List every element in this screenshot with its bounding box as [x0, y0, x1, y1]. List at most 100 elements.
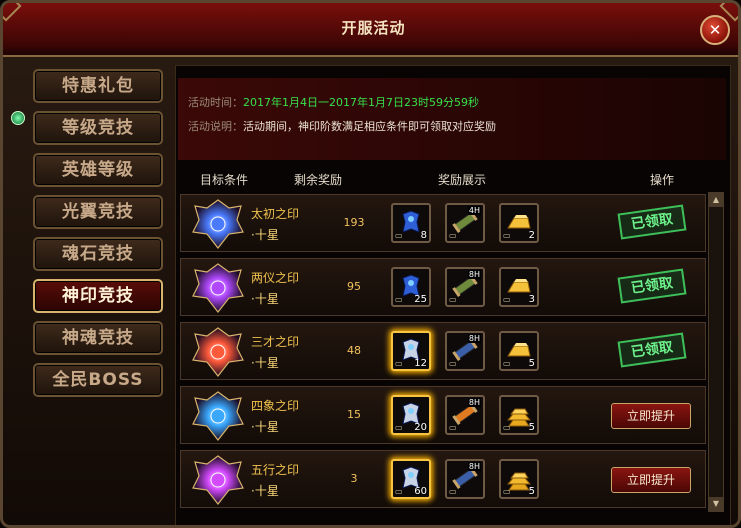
duration-tag: 4H	[467, 206, 481, 215]
seal-star-level: ·十星	[251, 292, 279, 306]
duration-tag: 8H	[467, 270, 481, 279]
scrollbar[interactable]: ▲ ▼	[708, 192, 724, 512]
window-title: 开服活动	[341, 19, 406, 37]
desc-label: 活动说明：	[188, 120, 243, 133]
bag-icon: ▭	[503, 359, 511, 368]
reward-slot[interactable]: ▭ 60	[391, 459, 431, 499]
sidebar-item[interactable]: 特惠礼包	[33, 69, 163, 103]
table-row: 三才之印 ·十星 48 ▭ 12 ▭ 8H ▭ 5 已领取	[180, 322, 706, 380]
scroll-up-icon[interactable]: ▲	[709, 193, 723, 207]
bag-icon: ▭	[449, 487, 457, 496]
seal-star-level: ·十星	[251, 356, 279, 370]
reward-quantity: 25	[414, 294, 427, 305]
sidebar-item[interactable]: 神印竞技	[33, 279, 163, 313]
reward-quantity: 8	[420, 230, 427, 241]
bag-icon: ▭	[395, 295, 403, 304]
reward-quantity: 3	[528, 294, 535, 305]
table-row: 两仪之印 ·十星 95 ▭ 25 ▭ 8H ▭ 3 已领取	[180, 258, 706, 316]
remaining-count: 3	[350, 472, 358, 485]
bag-icon: ▭	[503, 423, 511, 432]
seal-emblem-icon	[189, 198, 247, 250]
sidebar-item[interactable]: 全民BOSS	[33, 363, 163, 397]
bag-icon: ▭	[395, 487, 403, 496]
reward-quantity: 5	[528, 358, 535, 369]
sidebar: 特惠礼包等级竞技英雄等级光翼竞技魂石竞技神印竞技神魂竞技全民BOSS	[25, 65, 171, 523]
table-row: 四象之印 ·十星 15 ▭ 20 ▭ 8H ▭ 5 立即提升	[180, 386, 706, 444]
activity-window: 开服活动 ✕ 特惠礼包等级竞技英雄等级光翼竞技魂石竞技神印竞技神魂竞技全民BOS…	[0, 0, 741, 528]
bag-icon: ▭	[395, 359, 403, 368]
sidebar-item[interactable]: 神魂竞技	[33, 321, 163, 355]
seal-star-level: ·十星	[251, 484, 279, 498]
remaining-count: 193	[343, 216, 365, 229]
claimed-stamp: 已领取	[617, 268, 687, 304]
reward-quantity: 5	[528, 422, 535, 433]
header-rewards: 奖励展示	[438, 173, 487, 187]
seal-name: 太初之印	[251, 207, 300, 221]
time-value: 2017年1月4日一2017年1月7日23时59分59秒	[243, 96, 479, 109]
claimed-stamp: 已领取	[617, 204, 687, 240]
green-gem-icon	[11, 111, 25, 125]
reward-slot[interactable]: ▭ 3	[499, 267, 539, 307]
duration-tag: 8H	[467, 462, 481, 471]
close-button[interactable]: ✕	[700, 15, 730, 45]
reward-slot[interactable]: ▭ 20	[391, 395, 431, 435]
title-bar[interactable]: 开服活动 ✕	[3, 3, 738, 57]
upgrade-now-button[interactable]: 立即提升	[611, 403, 691, 429]
activity-info: 活动时间：2017年1月4日一2017年1月7日23时59分59秒 活动说明：活…	[178, 78, 726, 160]
header-action: 操作	[650, 173, 675, 187]
reward-slot[interactable]: ▭ 8H	[445, 267, 485, 307]
reward-slot[interactable]: ▭ 2	[499, 203, 539, 243]
reward-slot[interactable]: ▭ 5	[499, 395, 539, 435]
header-remaining: 剩余奖励	[294, 173, 343, 187]
seal-emblem-icon	[189, 262, 247, 314]
reward-list: 太初之印 ·十星 193 ▭ 8 ▭ 4H ▭ 2 已领取 两仪之印 ·十星 95 ▭ 25 ▭ 8H ▭ 3 已领取…	[178, 192, 706, 522]
claimed-stamp: 已领取	[617, 332, 687, 368]
duration-tag: 8H	[467, 398, 481, 407]
scroll-down-icon[interactable]: ▼	[709, 497, 723, 511]
seal-name: 四象之印	[251, 399, 300, 413]
sidebar-item[interactable]: 光翼竞技	[33, 195, 163, 229]
bag-icon: ▭	[503, 295, 511, 304]
content-panel: 活动时间：2017年1月4日一2017年1月7日23时59分59秒 活动说明：活…	[175, 65, 731, 525]
remaining-count: 48	[347, 344, 361, 357]
reward-slot[interactable]: ▭ 8H	[445, 459, 485, 499]
reward-slot[interactable]: ▭ 4H	[445, 203, 485, 243]
reward-quantity: 5	[528, 486, 535, 497]
seal-star-level: ·十星	[251, 420, 279, 434]
upgrade-now-button[interactable]: 立即提升	[611, 467, 691, 493]
reward-slot[interactable]: ▭ 8	[391, 203, 431, 243]
reward-slot[interactable]: ▭ 8H	[445, 331, 485, 371]
bag-icon: ▭	[449, 359, 457, 368]
reward-quantity: 60	[414, 486, 427, 497]
bag-icon: ▭	[395, 423, 403, 432]
seal-name: 五行之印	[251, 463, 300, 477]
table-header: 目标条件 剩余奖励 奖励展示 操作	[178, 166, 726, 190]
sidebar-item[interactable]: 英雄等级	[33, 153, 163, 187]
reward-slot[interactable]: ▭ 25	[391, 267, 431, 307]
table-row: 太初之印 ·十星 193 ▭ 8 ▭ 4H ▭ 2 已领取	[180, 194, 706, 252]
seal-emblem-icon	[189, 390, 247, 442]
bag-icon: ▭	[449, 295, 457, 304]
seal-star-level: ·十星	[251, 228, 279, 242]
bag-icon: ▭	[503, 231, 511, 240]
reward-quantity: 12	[414, 358, 427, 369]
bag-icon: ▭	[449, 423, 457, 432]
seal-name: 三才之印	[251, 335, 300, 349]
reward-slot[interactable]: ▭ 8H	[445, 395, 485, 435]
sidebar-item[interactable]: 等级竞技	[33, 111, 163, 145]
header-target: 目标条件	[200, 173, 249, 187]
remaining-count: 95	[347, 280, 361, 293]
seal-emblem-icon	[189, 326, 247, 378]
seal-name: 两仪之印	[251, 271, 300, 285]
reward-slot[interactable]: ▭ 5	[499, 331, 539, 371]
desc-value: 活动期间，神印阶数满足相应条件即可领取对应奖励	[243, 120, 496, 133]
sidebar-item[interactable]: 魂石竞技	[33, 237, 163, 271]
duration-tag: 8H	[467, 334, 481, 343]
reward-slot[interactable]: ▭ 5	[499, 459, 539, 499]
time-label: 活动时间：	[188, 96, 243, 109]
remaining-count: 15	[347, 408, 361, 421]
reward-quantity: 20	[414, 422, 427, 433]
reward-slot[interactable]: ▭ 12	[391, 331, 431, 371]
seal-emblem-icon	[189, 454, 247, 506]
reward-quantity: 2	[528, 230, 535, 241]
